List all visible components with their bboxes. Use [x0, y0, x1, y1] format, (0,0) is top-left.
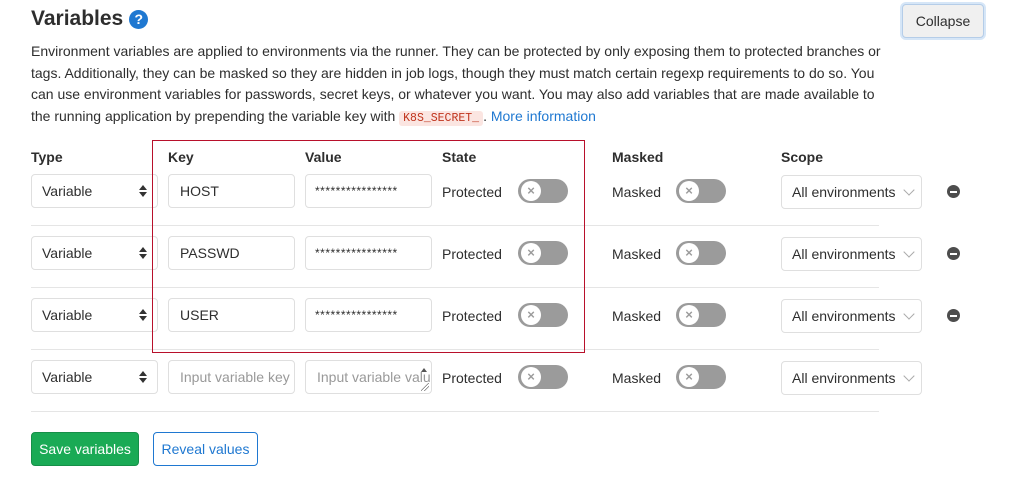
- variable-type-value: Variable: [42, 369, 93, 385]
- select-caret-icon: [139, 183, 147, 199]
- environment-scope-value: All environments: [792, 246, 896, 262]
- textarea-scroll-icon[interactable]: [419, 363, 429, 377]
- resize-handle-icon[interactable]: [421, 383, 429, 391]
- environment-scope-dropdown[interactable]: All environments: [781, 299, 922, 333]
- masked-label: Masked: [612, 370, 662, 386]
- section-description: Environment variables are applied to env…: [31, 41, 881, 129]
- variable-type-value: Variable: [42, 245, 93, 261]
- masked-toggle[interactable]: ×: [676, 303, 726, 327]
- chevron-down-icon: [903, 370, 915, 382]
- select-caret-icon: [139, 369, 147, 385]
- masked-toggle[interactable]: ×: [676, 179, 726, 203]
- description-text-after: .: [483, 107, 491, 124]
- remove-variable-icon[interactable]: [947, 309, 960, 322]
- new-variable-value-placeholder: Input variable value: [317, 369, 432, 385]
- column-header-masked: Masked: [612, 149, 664, 165]
- row-divider: [31, 411, 879, 412]
- environment-scope-value: All environments: [792, 184, 896, 200]
- masked-toggle[interactable]: ×: [676, 365, 726, 389]
- column-header-scope: Scope: [781, 149, 824, 165]
- variable-type-select[interactable]: Variable: [31, 236, 158, 270]
- variable-type-select[interactable]: Variable: [31, 174, 158, 208]
- masked-label: Masked: [612, 184, 662, 200]
- chevron-down-icon: [903, 308, 915, 320]
- more-information-link[interactable]: More information: [491, 108, 596, 124]
- masked-toggle[interactable]: ×: [676, 241, 726, 265]
- remove-variable-icon[interactable]: [947, 247, 960, 260]
- page-title: Variables ?: [31, 6, 149, 32]
- column-header-type: Type: [31, 149, 63, 165]
- variable-type-select[interactable]: Variable: [31, 360, 158, 394]
- environment-scope-dropdown[interactable]: All environments: [781, 237, 922, 271]
- select-caret-icon: [139, 245, 147, 261]
- question-circle-icon[interactable]: ?: [129, 10, 149, 29]
- environment-scope-value: All environments: [792, 308, 896, 324]
- save-variables-button[interactable]: Save variables: [31, 432, 139, 466]
- toggle-off-icon: ×: [679, 367, 699, 387]
- environment-scope-value: All environments: [792, 370, 896, 386]
- toggle-off-icon: ×: [679, 243, 699, 263]
- select-caret-icon: [139, 307, 147, 323]
- variable-type-value: Variable: [42, 307, 93, 323]
- protected-toggle[interactable]: ×: [518, 365, 568, 389]
- environment-scope-dropdown[interactable]: All environments: [781, 175, 922, 209]
- chevron-down-icon: [903, 184, 915, 196]
- collapse-button[interactable]: Collapse: [902, 4, 984, 38]
- annotation-highlight-box: [152, 140, 585, 353]
- new-variable-value-input[interactable]: Input variable value: [305, 360, 432, 394]
- masked-label: Masked: [612, 246, 662, 262]
- toggle-off-icon: ×: [679, 305, 699, 325]
- remove-variable-icon[interactable]: [947, 185, 960, 198]
- environment-scope-dropdown[interactable]: All environments: [781, 361, 922, 395]
- page-title-text: Variables: [31, 7, 124, 30]
- toggle-off-icon: ×: [521, 367, 541, 387]
- protected-label: Protected: [442, 370, 502, 386]
- new-variable-key-input[interactable]: Input variable key: [168, 360, 295, 394]
- toggle-off-icon: ×: [679, 181, 699, 201]
- variable-type-select[interactable]: Variable: [31, 298, 158, 332]
- chevron-down-icon: [903, 246, 915, 258]
- k8s-secret-code: K8S_SECRET_: [399, 110, 484, 126]
- reveal-values-button[interactable]: Reveal values: [153, 432, 258, 466]
- variable-type-value: Variable: [42, 183, 93, 199]
- masked-label: Masked: [612, 308, 662, 324]
